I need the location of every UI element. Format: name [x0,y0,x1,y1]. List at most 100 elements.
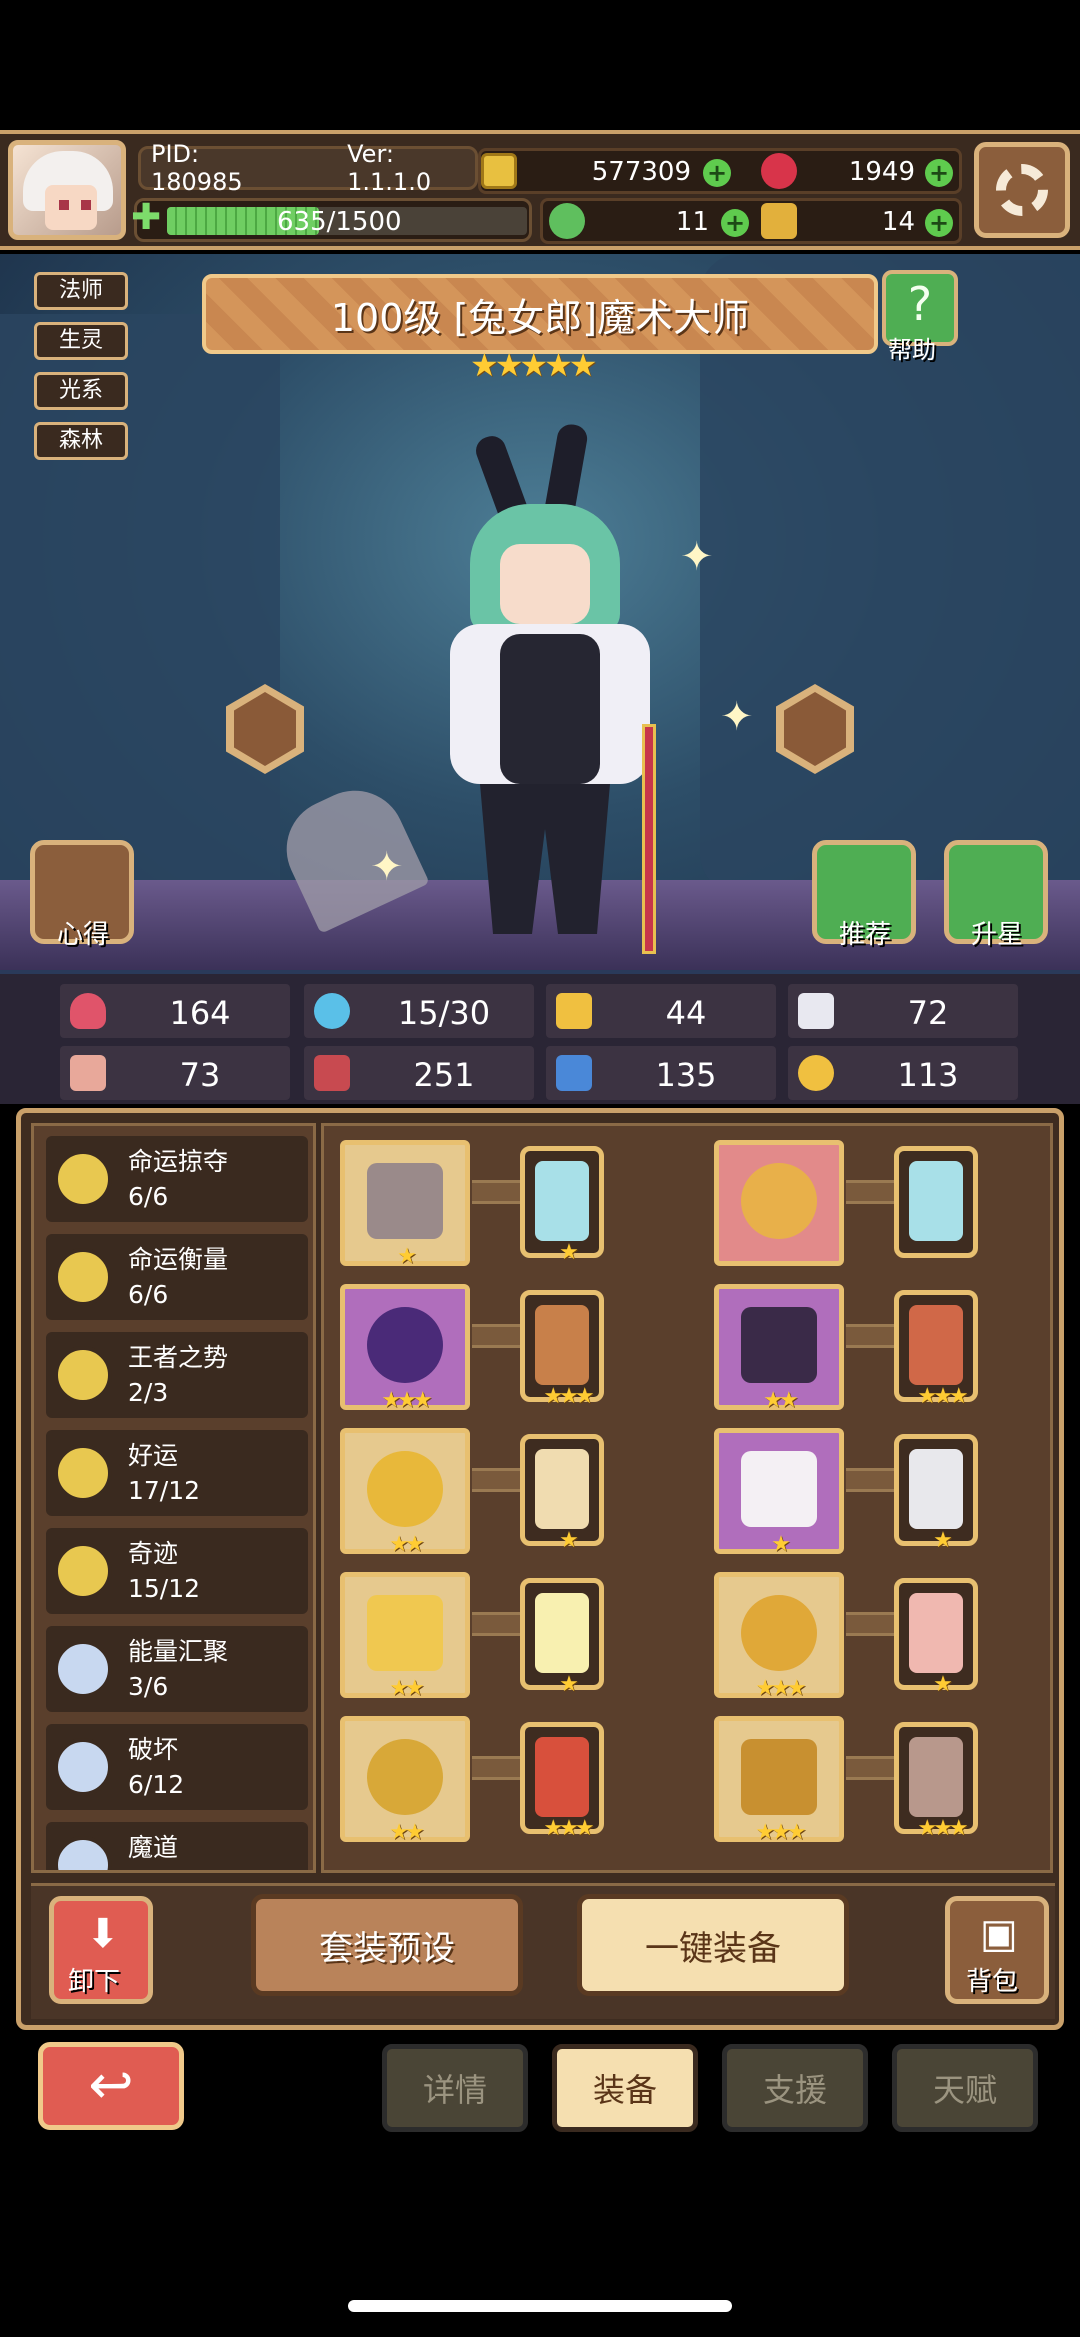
tab-support[interactable]: 支援 [722,2044,868,2132]
unequip-button[interactable]: ⬇ 卸下 [49,1896,153,2004]
card-art [909,1737,963,1817]
spellbook-icon [314,1055,350,1091]
fist-icon [70,1055,106,1091]
preset-button[interactable]: 套装预设 [251,1894,523,1996]
card-art [909,1305,963,1385]
set-item[interactable]: 奇迹 15/12 [46,1528,308,1614]
backpack-icon: ▣ [980,1911,1018,1957]
set-count: 3/6 [128,1672,169,1701]
silver-medal-icon [54,1640,112,1698]
add-gold-button[interactable]: + [703,159,731,187]
gold-counter: 577309 + 1949 + [478,148,962,194]
ring-slot[interactable]: ★★★ [714,1572,844,1701]
item-stars: ★ [397,1244,417,1269]
necklace-slot[interactable]: ★★ [340,1428,470,1557]
stat-luck: 113 [788,1046,1018,1100]
boots-icon [741,1739,817,1815]
equipment-actions: ⬇ 卸下 套装预设 一键装备 ▣ 背包 [31,1883,1055,2019]
add-clover-button[interactable]: + [721,209,749,237]
set-name: 好运 [128,1441,179,1470]
set-item[interactable]: 王者之势 2/3 [46,1332,308,1418]
hero-scene: 法师 生灵 光系 森林 100级 [兔女郎]魔术大师 ★★★★★ ? 帮助 ✦ … [0,254,1080,970]
enchant-card[interactable]: ★ [520,1146,604,1265]
set-item[interactable]: 命运掠夺 6/6 [46,1136,308,1222]
gold-medal-icon [54,1248,112,1306]
golden-ring-icon [367,1739,443,1815]
card-art [535,1161,589,1241]
stat-resist: 135 [546,1046,776,1100]
link-connector [846,1612,896,1636]
gold-value: 577309 [591,157,691,187]
bag-button[interactable]: ▣ 背包 [945,1896,1049,2004]
axe-icon [367,1163,443,1239]
set-item[interactable]: 命运衡量 6/6 [46,1234,308,1320]
hero-face [500,544,590,624]
set-bonus-list[interactable]: 命运掠夺 6/6 命运衡量 6/6 王者之势 2/3 好运 17/12 奇迹 1… [31,1123,316,1873]
settings-button[interactable] [974,142,1070,238]
set-count: 2/3 [128,1378,169,1407]
tab-equip[interactable]: 装备 [552,2044,698,2132]
set-item[interactable]: 魔道 [46,1822,308,1870]
belt-slot[interactable]: ★★ [340,1716,470,1845]
set-item[interactable]: 好运 17/12 [46,1430,308,1516]
card-stars: ★ [933,1672,953,1697]
exp-value: 635/1500 [277,207,402,237]
race-tag: 生灵 [34,322,128,360]
card-art [535,1737,589,1817]
player-id: PID: 180985 [151,140,243,196]
card-stars: ★★★ [543,1816,594,1841]
card-stars: ★★★ [917,1384,968,1409]
resist-icon [556,1055,592,1091]
item-stars: ★★ [389,1820,424,1845]
enchant-card[interactable]: ★ [894,1578,978,1697]
heart-icon [70,993,106,1029]
set-count: 15/12 [128,1574,201,1603]
set-item[interactable]: 能量汇聚 3/6 [46,1626,308,1712]
armor-slot[interactable]: ★★ [714,1284,844,1413]
set-item[interactable]: 破坏 6/12 [46,1724,308,1810]
link-connector [472,1612,522,1636]
item-stars: ★★ [389,1532,424,1557]
enchant-card[interactable]: ★★★ [894,1290,978,1409]
enchant-card[interactable]: ★ [894,1434,978,1553]
hat-slot[interactable] [714,1140,844,1266]
enchant-card[interactable]: ★ [520,1434,604,1553]
enchant-card[interactable]: ★ [520,1578,604,1697]
key-icon [761,203,797,239]
tab-details[interactable]: 详情 [382,2044,528,2132]
amulet-slot[interactable]: ★★ [340,1572,470,1701]
boots-slot[interactable]: ★★★ [714,1716,844,1845]
link-connector [846,1324,896,1348]
add-key-button[interactable]: + [925,209,953,237]
enchant-card[interactable]: ★★★ [520,1722,604,1841]
set-count: 17/12 [128,1476,201,1505]
enchant-card[interactable] [894,1146,978,1258]
tab-talent[interactable]: 天赋 [892,2044,1038,2132]
link-connector [846,1756,896,1780]
home-indicator[interactable] [348,2300,732,2312]
back-button[interactable]: ↩ [38,2042,184,2130]
weapon-slot[interactable]: ★ [340,1140,470,1269]
gold-medal-icon [54,1346,112,1404]
star-up-label: 升星 [970,920,1023,950]
add-gem-button[interactable]: + [925,159,953,187]
equip-all-button[interactable]: 一键装备 [577,1894,849,1996]
necklace-icon [367,1451,443,1527]
set-name: 能量汇聚 [128,1637,229,1666]
key-value: 14 [881,207,915,237]
enchant-card[interactable]: ★★★ [894,1722,978,1841]
glove-icon [741,1451,817,1527]
stat-defense: 44 [546,984,776,1038]
player-avatar[interactable] [8,140,126,240]
sparkle-icon: ✦ [370,844,404,890]
enchant-card[interactable]: ★★★ [520,1290,604,1409]
exp-plus-icon: ✚ [131,197,162,238]
link-connector [846,1468,896,1492]
gold-coin-icon [481,153,517,189]
set-name: 魔道 [128,1833,179,1862]
card-stars: ★ [559,1240,579,1265]
orb-slot[interactable]: ★★★ [340,1284,470,1413]
glove-slot[interactable]: ★ [714,1428,844,1557]
item-stars: ★★ [763,1388,798,1413]
set-count: 6/6 [128,1182,169,1211]
